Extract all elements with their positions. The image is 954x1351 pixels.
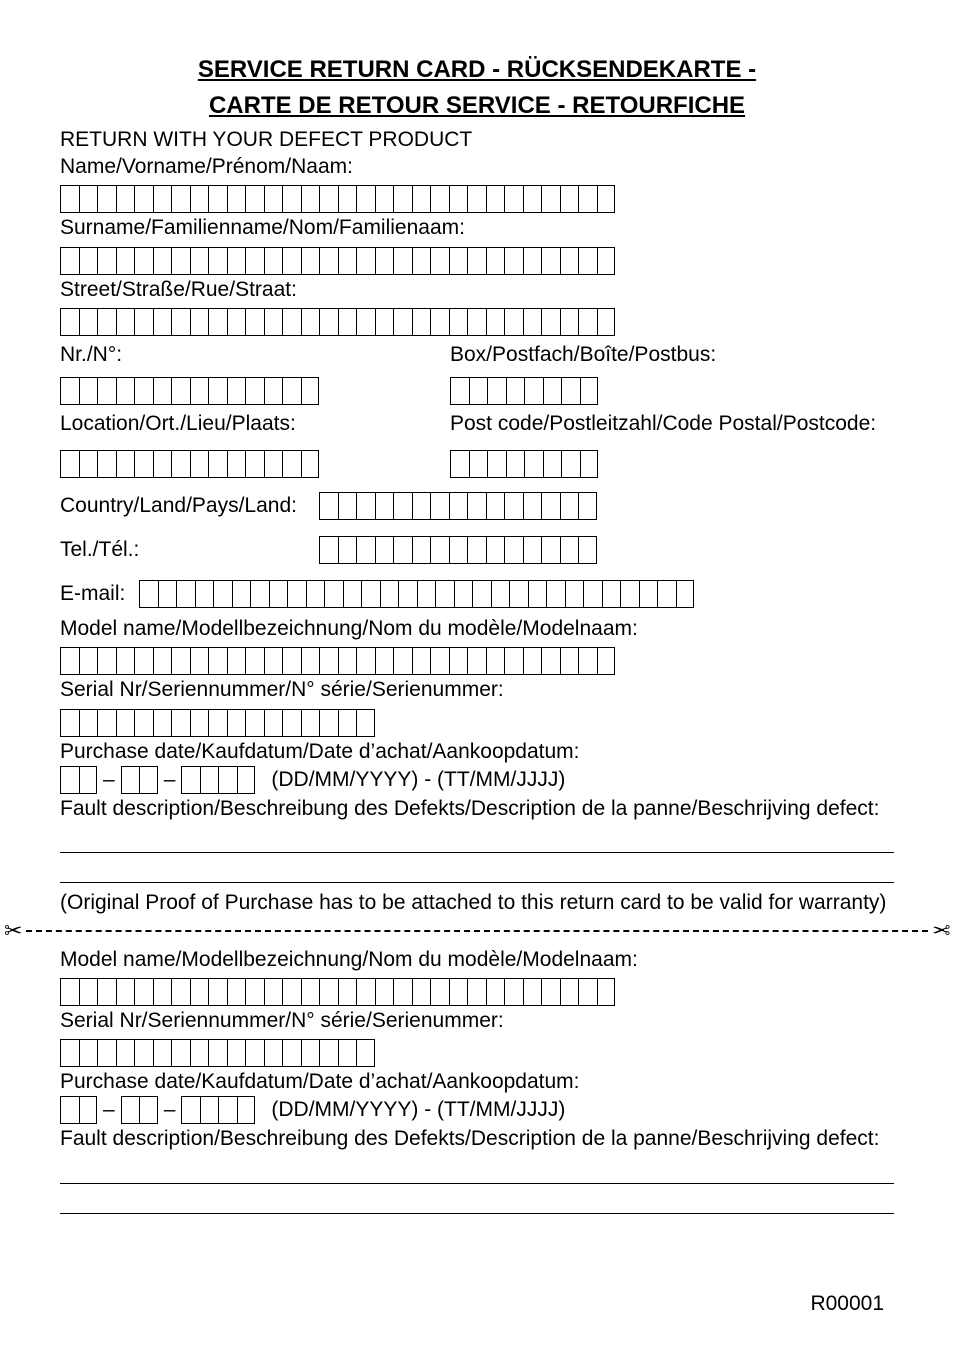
label-street: Street/Straße/Rue/Straat: <box>60 277 894 302</box>
fault-line-3[interactable] <box>60 1154 894 1184</box>
input-email[interactable] <box>139 580 694 608</box>
input-date-yyyy-2[interactable] <box>181 1096 255 1124</box>
input-serial-2[interactable] <box>60 1039 375 1067</box>
input-box[interactable] <box>450 377 598 405</box>
date-separator-2: – <box>162 768 178 792</box>
fault-line-1[interactable] <box>60 823 894 853</box>
page-title-line1: SERVICE RETURN CARD - RÜCKSENDEKARTE - <box>60 55 894 85</box>
input-tel[interactable] <box>319 536 597 564</box>
input-location[interactable] <box>60 450 319 478</box>
input-date-mm[interactable] <box>121 766 158 794</box>
cut-line: ✂ ✂ <box>0 921 954 941</box>
return-with-note: RETURN WITH YOUR DEFECT PRODUCT <box>60 127 894 152</box>
label-name: Name/Vorname/Prénom/Naam: <box>60 154 894 179</box>
label-postcode: Post code/Postleitzahl/Code Postal/Postc… <box>450 411 894 436</box>
label-purchase-2: Purchase date/Kaufdatum/Date d’achat/Aan… <box>60 1069 894 1094</box>
fault-line-2[interactable] <box>60 853 894 883</box>
date-separator-3: – <box>101 1098 117 1122</box>
input-name[interactable] <box>60 185 894 213</box>
input-model[interactable] <box>60 647 894 675</box>
date-separator-1: – <box>101 768 117 792</box>
label-country: Country/Land/Pays/Land: <box>60 494 305 518</box>
scissors-icon-left: ✂ <box>0 920 26 942</box>
label-serial-2: Serial Nr/Seriennummer/N° série/Serienum… <box>60 1008 894 1033</box>
label-location: Location/Ort./Lieu/Plaats: <box>60 411 450 436</box>
input-date-mm-2[interactable] <box>121 1096 158 1124</box>
input-nr[interactable] <box>60 377 319 405</box>
label-email: E-mail: <box>60 582 125 606</box>
date-format-hint: (DD/MM/YYYY) - (TT/MM/JJJJ) <box>271 768 565 792</box>
fault-line-4[interactable] <box>60 1184 894 1214</box>
input-country[interactable] <box>319 492 597 520</box>
input-street[interactable] <box>60 308 894 336</box>
input-date-yyyy[interactable] <box>181 766 255 794</box>
date-format-hint-2: (DD/MM/YYYY) - (TT/MM/JJJJ) <box>271 1098 565 1122</box>
label-box: Box/Postfach/Boîte/Postbus: <box>450 342 894 367</box>
label-fault-2: Fault description/Beschreibung des Defek… <box>60 1126 894 1151</box>
label-model: Model name/Modellbezeichnung/Nom du modè… <box>60 616 894 641</box>
label-nr: Nr./N°: <box>60 342 450 367</box>
label-purchase: Purchase date/Kaufdatum/Date d’achat/Aan… <box>60 739 894 764</box>
footer-code: R00001 <box>810 1292 884 1316</box>
label-tel: Tel./Tél.: <box>60 538 305 562</box>
input-model-2[interactable] <box>60 978 894 1006</box>
label-surname: Surname/Familienname/Nom/Familienaam: <box>60 215 894 240</box>
proof-of-purchase-note: (Original Proof of Purchase has to be at… <box>60 891 894 915</box>
label-model-2: Model name/Modellbezeichnung/Nom du modè… <box>60 947 894 972</box>
scissors-icon-right: ✂ <box>928 920 954 942</box>
input-serial[interactable] <box>60 709 375 737</box>
input-date-dd[interactable] <box>60 766 97 794</box>
label-fault: Fault description/Beschreibung des Defek… <box>60 796 894 821</box>
page-title-line2: CARTE DE RETOUR SERVICE - RETOURFICHE <box>60 91 894 121</box>
input-surname[interactable] <box>60 247 894 275</box>
input-postcode[interactable] <box>450 450 598 478</box>
label-serial: Serial Nr/Seriennummer/N° série/Serienum… <box>60 677 894 702</box>
input-date-dd-2[interactable] <box>60 1096 97 1124</box>
date-separator-4: – <box>162 1098 178 1122</box>
